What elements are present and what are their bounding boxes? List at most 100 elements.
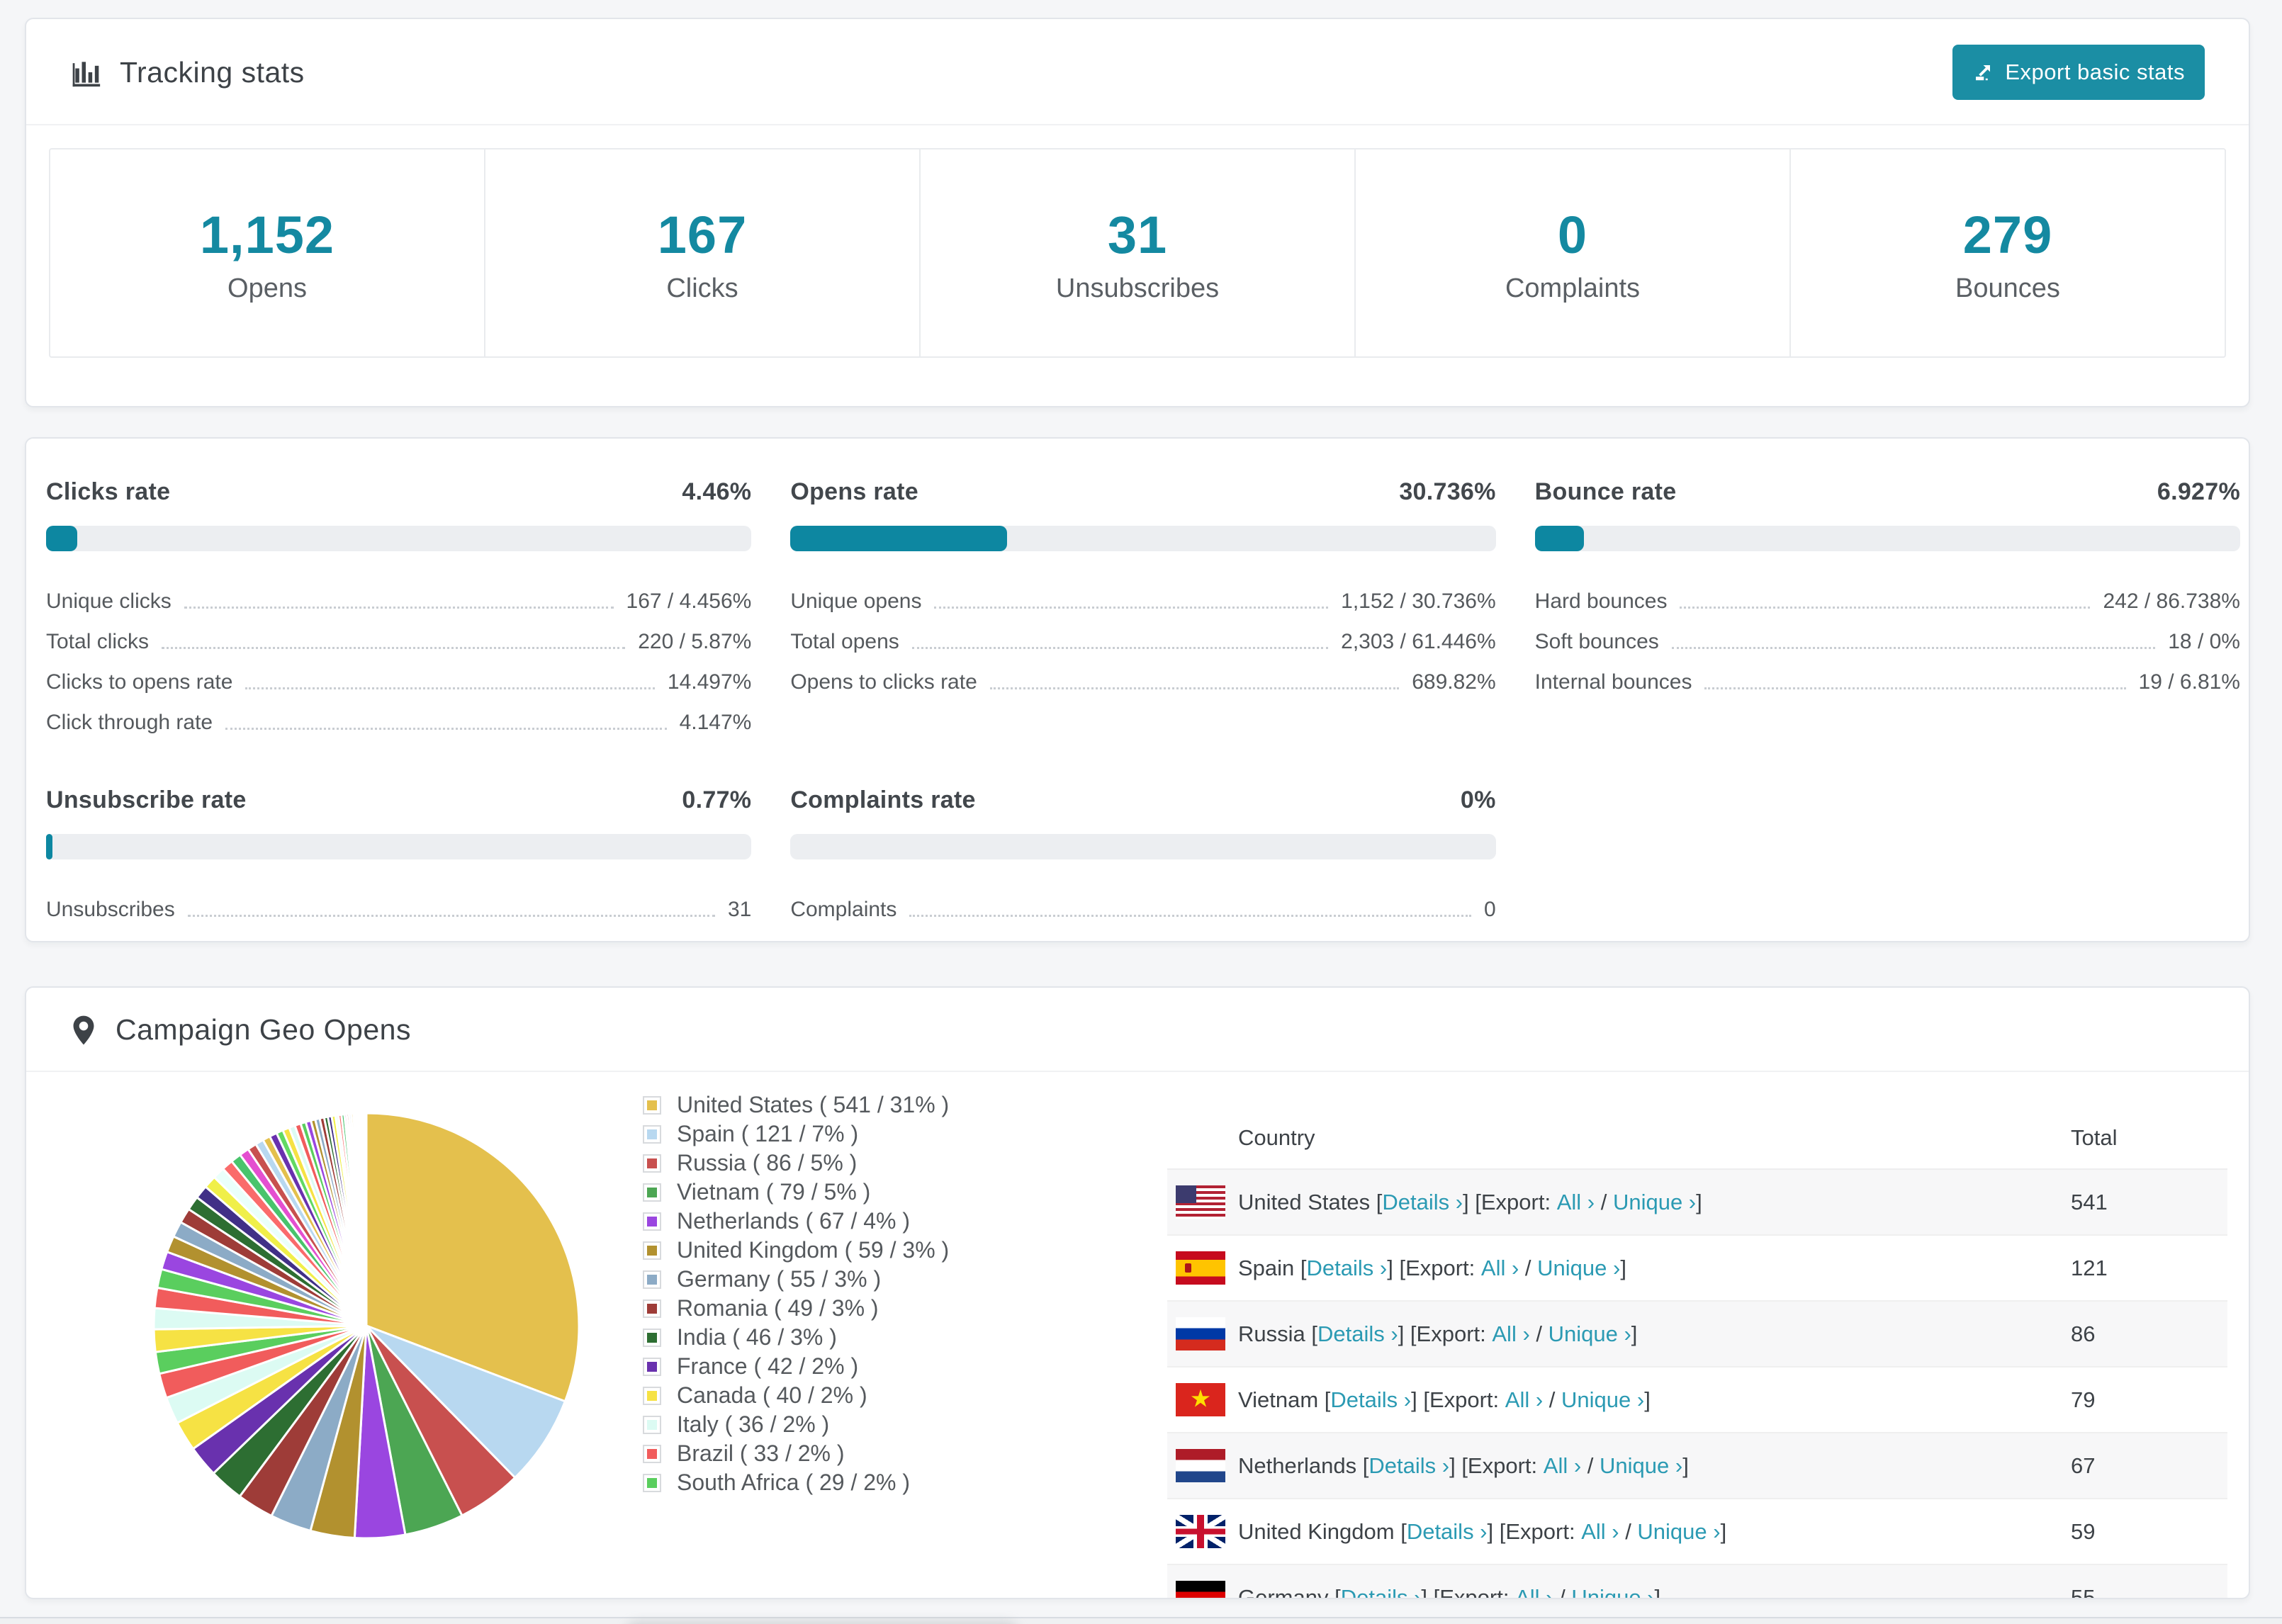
details-link[interactable]: Details › xyxy=(1307,1256,1388,1281)
flag-ru-icon xyxy=(1176,1317,1225,1350)
geo-table-body: United States [Details ›] [Export: All ›… xyxy=(1167,1170,2227,1598)
dotted-leader xyxy=(1704,687,2126,689)
legend-label: United Kingdom ( 59 / 3% ) xyxy=(677,1237,950,1263)
rate-title: Unsubscribe rate xyxy=(46,786,247,813)
summary-stat-value: 31 xyxy=(1107,205,1168,264)
country-name: Netherlands xyxy=(1238,1453,1357,1478)
geo-table-row: Spain [Details ›] [Export: All › / Uniqu… xyxy=(1167,1236,2227,1302)
rate-progress-bar xyxy=(1534,526,2240,551)
rate-title: Clicks rate xyxy=(46,478,171,505)
map-pin-icon xyxy=(70,1015,97,1046)
export-all-link[interactable]: All › xyxy=(1481,1256,1519,1281)
summary-stat-label: Clicks xyxy=(666,274,738,303)
rate-detail-row: Unique opens 1,152 / 30.736% xyxy=(790,581,1495,621)
details-link[interactable]: Details › xyxy=(1368,1453,1449,1479)
rate-detail-value: 19 / 6.81% xyxy=(2138,670,2240,694)
legend-label: Netherlands ( 67 / 4% ) xyxy=(677,1208,911,1234)
rate-detail-row: Clicks to opens rate 14.497% xyxy=(46,662,751,702)
legend-item-spain: Spain ( 121 / 7% ) xyxy=(643,1120,949,1149)
export-all-link[interactable]: All › xyxy=(1492,1321,1529,1347)
legend-label: Romania ( 49 / 3% ) xyxy=(677,1295,879,1321)
geo-table-row: Vietnam [Details ›] [Export: All › / Uni… xyxy=(1167,1368,2227,1433)
summary-stats-row: 1,152 Opens 167 Clicks 31 Unsubscribes 0 Compla… xyxy=(49,148,2226,358)
export-unique-link[interactable]: Unique › xyxy=(1561,1387,1644,1413)
geo-opens-pie-chart xyxy=(140,1099,593,1552)
summary-stat-label: Unsubscribes xyxy=(1055,274,1220,303)
details-link[interactable]: Details › xyxy=(1330,1387,1411,1413)
rate-detail-row: Internal bounces 19 / 6.81% xyxy=(1535,662,2240,702)
legend-label: Canada ( 40 / 2% ) xyxy=(677,1382,867,1408)
dotted-leader xyxy=(1671,647,2156,649)
rate-detail-value: 2,303 / 61.446% xyxy=(1341,629,1496,653)
summary-stat-value: 167 xyxy=(657,205,748,264)
export-unique-link[interactable]: Unique › xyxy=(1613,1190,1696,1215)
export-unique-link[interactable]: Unique › xyxy=(1537,1256,1620,1281)
summary-stat-clicks: 167 Clicks xyxy=(485,150,921,356)
legend-item-canada: Canada ( 40 / 2% ) xyxy=(643,1381,949,1410)
dotted-leader xyxy=(1680,607,2091,609)
details-link[interactable]: Details › xyxy=(1341,1585,1422,1598)
bottom-scrollbar-thumb[interactable] xyxy=(624,1621,1021,1624)
rate-progress-fill xyxy=(790,526,1008,551)
details-link[interactable]: Details › xyxy=(1382,1190,1463,1215)
details-link[interactable]: Details › xyxy=(1407,1519,1488,1545)
legend-swatch xyxy=(643,1444,661,1463)
rate-value: 4.46% xyxy=(682,478,752,505)
bottom-band xyxy=(0,1617,2282,1624)
export-basic-stats-button[interactable]: Export basic stats xyxy=(1952,45,2205,100)
export-all-link[interactable]: All › xyxy=(1544,1453,1581,1479)
tracking-stats-title-text: Tracking stats xyxy=(120,55,305,89)
geo-table-row: Netherlands [Details ›] [Export: All › /… xyxy=(1167,1433,2227,1499)
rate-detail-value: 167 / 4.456% xyxy=(626,589,752,613)
country-name: United States xyxy=(1238,1189,1371,1214)
export-unique-link[interactable]: Unique › xyxy=(1571,1585,1654,1598)
country-total: 86 xyxy=(2071,1321,2096,1346)
rate-value: 30.736% xyxy=(1399,478,1496,505)
country-cell: Vietnam [Details ›] [Export: All › / Uni… xyxy=(1238,1387,1651,1413)
summary-stat-value: 1,152 xyxy=(199,205,335,264)
flag-us-icon xyxy=(1176,1185,1225,1219)
legend-swatch xyxy=(643,1415,661,1434)
details-link[interactable]: Details › xyxy=(1317,1321,1398,1347)
geo-table-row: United States [Details ›] [Export: All ›… xyxy=(1167,1170,2227,1236)
rate-panel-head: Opens rate 30.736% xyxy=(790,478,1495,506)
export-all-link[interactable]: All › xyxy=(1515,1585,1553,1598)
export-all-link[interactable]: All › xyxy=(1581,1519,1619,1545)
rate-detail-label: Clicks to opens rate xyxy=(46,670,233,694)
legend-label: Germany ( 55 / 3% ) xyxy=(677,1266,882,1292)
rate-value: 0% xyxy=(1460,786,1496,813)
country-cell: Germany [Details ›] [Export: All › / Uni… xyxy=(1238,1585,2071,1598)
export-all-link[interactable]: All › xyxy=(1505,1387,1543,1413)
legend-swatch xyxy=(643,1124,661,1144)
rate-detail-row: Soft bounces 18 / 0% xyxy=(1535,621,2240,662)
rate-detail-value: 4.147% xyxy=(679,710,752,734)
export-unique-link[interactable]: Unique › xyxy=(1600,1453,1682,1479)
geo-legend: United States ( 541 / 31% ) Spain ( 121 /… xyxy=(643,1090,950,1598)
rate-detail-label: Unique opens xyxy=(790,589,922,613)
geo-title: Campaign Geo Opens xyxy=(70,1013,411,1047)
geo-table-header-country: Country xyxy=(1238,1125,1315,1150)
legend-label: Vietnam ( 79 / 5% ) xyxy=(677,1179,871,1205)
export-unique-link[interactable]: Unique › xyxy=(1637,1519,1720,1545)
rate-detail-label: Click through rate xyxy=(46,710,213,734)
rate-detail-row: Opens to clicks rate 689.82% xyxy=(790,662,1495,702)
rate-detail-label: Opens to clicks rate xyxy=(790,670,977,694)
dotted-leader xyxy=(225,728,667,730)
rate-panel-head: Bounce rate 6.927% xyxy=(1535,478,2240,506)
rate-detail-label: Soft bounces xyxy=(1534,629,1659,653)
dotted-leader xyxy=(911,647,1329,649)
rate-detail-row: Complaints 0 xyxy=(790,889,1495,930)
export-unique-link[interactable]: Unique › xyxy=(1548,1321,1631,1347)
rate-progress-fill xyxy=(1534,526,1584,551)
legend-swatch xyxy=(643,1154,661,1173)
rate-panel-complaints-rate: Complaints rate 0% Complaints 0 xyxy=(790,786,1496,930)
rate-detail-value: 31 xyxy=(727,897,752,921)
export-all-link[interactable]: All › xyxy=(1557,1190,1595,1215)
rate-panel-bounce-rate: Bounce rate 6.927% Hard bounces 242 / 86.73… xyxy=(1534,478,2240,743)
rate-detail-label: Total opens xyxy=(790,629,899,653)
legend-label: France ( 42 / 2% ) xyxy=(677,1353,859,1379)
rate-panel-head: Unsubscribe rate 0.77% xyxy=(46,786,751,814)
flag-nl-icon xyxy=(1176,1449,1225,1482)
flag-vn-icon xyxy=(1176,1383,1225,1416)
rate-detail-label: Unsubscribes xyxy=(46,897,175,921)
